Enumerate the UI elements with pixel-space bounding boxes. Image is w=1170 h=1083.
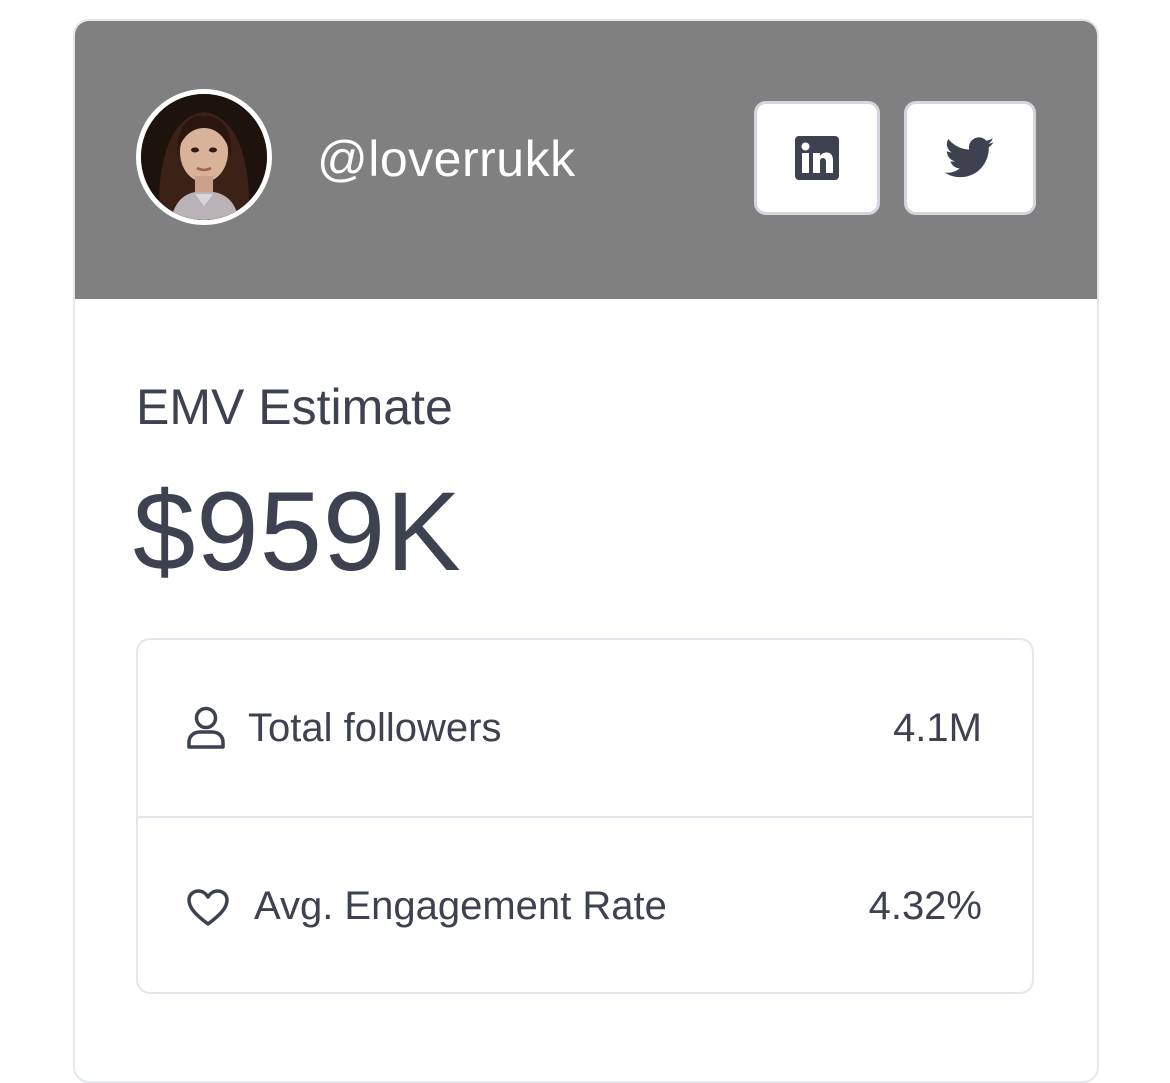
stat-label: Avg. Engagement Rate bbox=[254, 884, 667, 928]
stat-label: Total followers bbox=[248, 706, 502, 750]
user-icon bbox=[187, 706, 225, 749]
twitter-icon bbox=[945, 137, 995, 178]
stat-value: 4.1M bbox=[893, 706, 982, 750]
linkedin-icon bbox=[795, 136, 839, 180]
stat-row-followers: Total followers 4.1M bbox=[138, 640, 1032, 818]
heart-icon bbox=[187, 889, 229, 926]
linkedin-button[interactable] bbox=[754, 101, 880, 215]
stat-row-engagement: Avg. Engagement Rate 4.32% bbox=[138, 818, 1032, 994]
twitter-button[interactable] bbox=[904, 101, 1036, 215]
emv-label: EMV Estimate bbox=[136, 379, 453, 435]
stats-box: Total followers 4.1M Avg. Engagement Rat… bbox=[136, 638, 1034, 994]
stat-value: 4.32% bbox=[868, 884, 982, 928]
profile-handle: @loverrukk bbox=[317, 131, 576, 187]
avatar[interactable] bbox=[136, 89, 272, 225]
influencer-card: @loverrukk EMV Estimate $959K Total foll… bbox=[73, 19, 1099, 1083]
profile-photo bbox=[141, 94, 267, 220]
emv-value: $959K bbox=[133, 469, 462, 594]
card-header: @loverrukk bbox=[75, 21, 1097, 299]
